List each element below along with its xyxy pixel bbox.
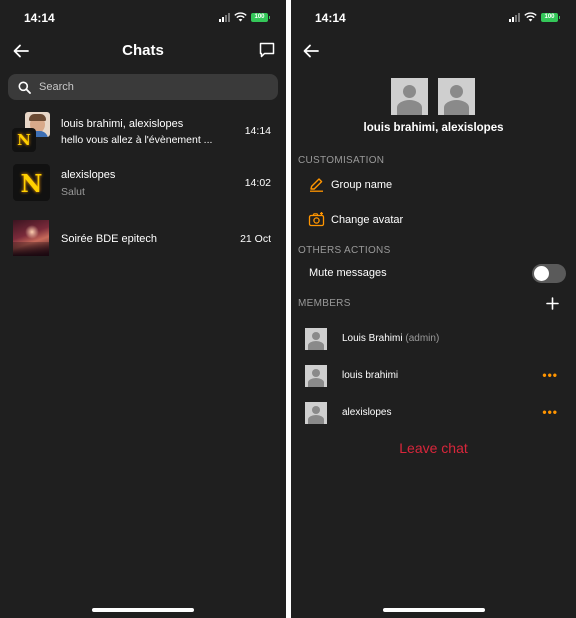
camera-add-icon	[308, 212, 325, 227]
group-name-button[interactable]: Group name	[308, 176, 392, 193]
admin-badge: (admin)	[405, 333, 440, 344]
member-row[interactable]: alexislopes •••	[305, 402, 565, 426]
member-avatar	[391, 78, 428, 115]
back-arrow-icon[interactable]	[302, 42, 320, 60]
add-member-icon[interactable]	[546, 297, 559, 310]
page-title: Chats	[122, 42, 164, 59]
member-avatar	[305, 402, 327, 424]
chats-screen: 14:14 100 Chats N louis brahimi, alexisl…	[0, 0, 286, 618]
neon-letter-avatar: N	[13, 164, 50, 201]
cellular-signal-icon	[219, 12, 230, 22]
member-name: Louis Brahimi	[342, 333, 403, 344]
mute-messages-label: Mute messages	[309, 267, 387, 279]
member-row[interactable]: louis brahimi •••	[305, 365, 565, 389]
more-options-icon[interactable]: •••	[542, 405, 558, 419]
status-time: 14:14	[315, 11, 346, 25]
chat-time: 14:02	[244, 177, 271, 189]
chat-last-message: hello vous allez à l'évènement ...	[61, 134, 213, 146]
status-bar: 14:14 100	[291, 10, 576, 28]
customisation-section-header: CUSTOMISATION	[298, 155, 385, 166]
chat-name: alexislopes	[61, 169, 116, 181]
more-options-icon[interactable]: •••	[542, 368, 558, 382]
home-indicator	[92, 608, 194, 612]
chat-item-alexislopes[interactable]: N alexislopes Salut 14:02	[0, 161, 286, 207]
change-avatar-button[interactable]: Change avatar	[308, 211, 403, 228]
chat-item-group[interactable]: N louis brahimi, alexislopes hello vous …	[0, 110, 286, 156]
details-header	[291, 38, 576, 64]
group-name-label: Group name	[331, 178, 393, 191]
member-row[interactable]: Louis Brahimi (admin)	[305, 328, 565, 352]
chat-last-message: Salut	[61, 186, 85, 198]
change-avatar-label: Change avatar	[331, 213, 404, 226]
wifi-icon	[524, 12, 537, 22]
neon-letter-avatar: N	[12, 128, 36, 152]
chat-item-soiree[interactable]: Soirée BDE epitech 21 Oct	[0, 216, 286, 262]
toggle-knob	[534, 266, 549, 281]
chat-name: Soirée BDE epitech	[61, 233, 157, 245]
mute-messages-toggle[interactable]	[532, 264, 566, 283]
chat-time: 21 Oct	[240, 233, 271, 245]
chats-header: Chats	[0, 38, 286, 64]
wifi-icon	[234, 12, 247, 22]
member-avatar	[438, 78, 475, 115]
member-avatar	[305, 365, 327, 387]
party-photo-avatar	[13, 220, 49, 256]
others-actions-section-header: OTHERS ACTIONS	[298, 245, 391, 256]
member-name: louis brahimi	[342, 370, 399, 381]
battery-icon: 100	[541, 12, 560, 22]
member-name: alexislopes	[342, 407, 392, 418]
members-section-header: MEMBERS	[298, 298, 351, 309]
chat-name: louis brahimi, alexislopes	[61, 118, 184, 130]
cellular-signal-icon	[509, 12, 520, 22]
group-avatar: N	[12, 112, 52, 152]
search-icon	[18, 81, 31, 94]
status-time: 14:14	[24, 11, 55, 25]
new-message-icon[interactable]	[258, 41, 276, 59]
group-name-title: louis brahimi, alexislopes	[363, 122, 504, 134]
search-input[interactable]	[39, 81, 239, 93]
home-indicator	[382, 608, 485, 612]
search-bar[interactable]	[8, 74, 278, 100]
chat-time: 14:14	[244, 125, 271, 137]
edit-pencil-icon	[310, 178, 323, 192]
member-avatar	[305, 328, 327, 350]
status-bar: 14:14 100	[0, 10, 286, 28]
leave-chat-button[interactable]: Leave chat	[291, 440, 576, 456]
battery-icon: 100	[251, 12, 270, 22]
chat-details-screen: 14:14 100 louis brahimi, alexislopes CUS…	[291, 0, 576, 618]
